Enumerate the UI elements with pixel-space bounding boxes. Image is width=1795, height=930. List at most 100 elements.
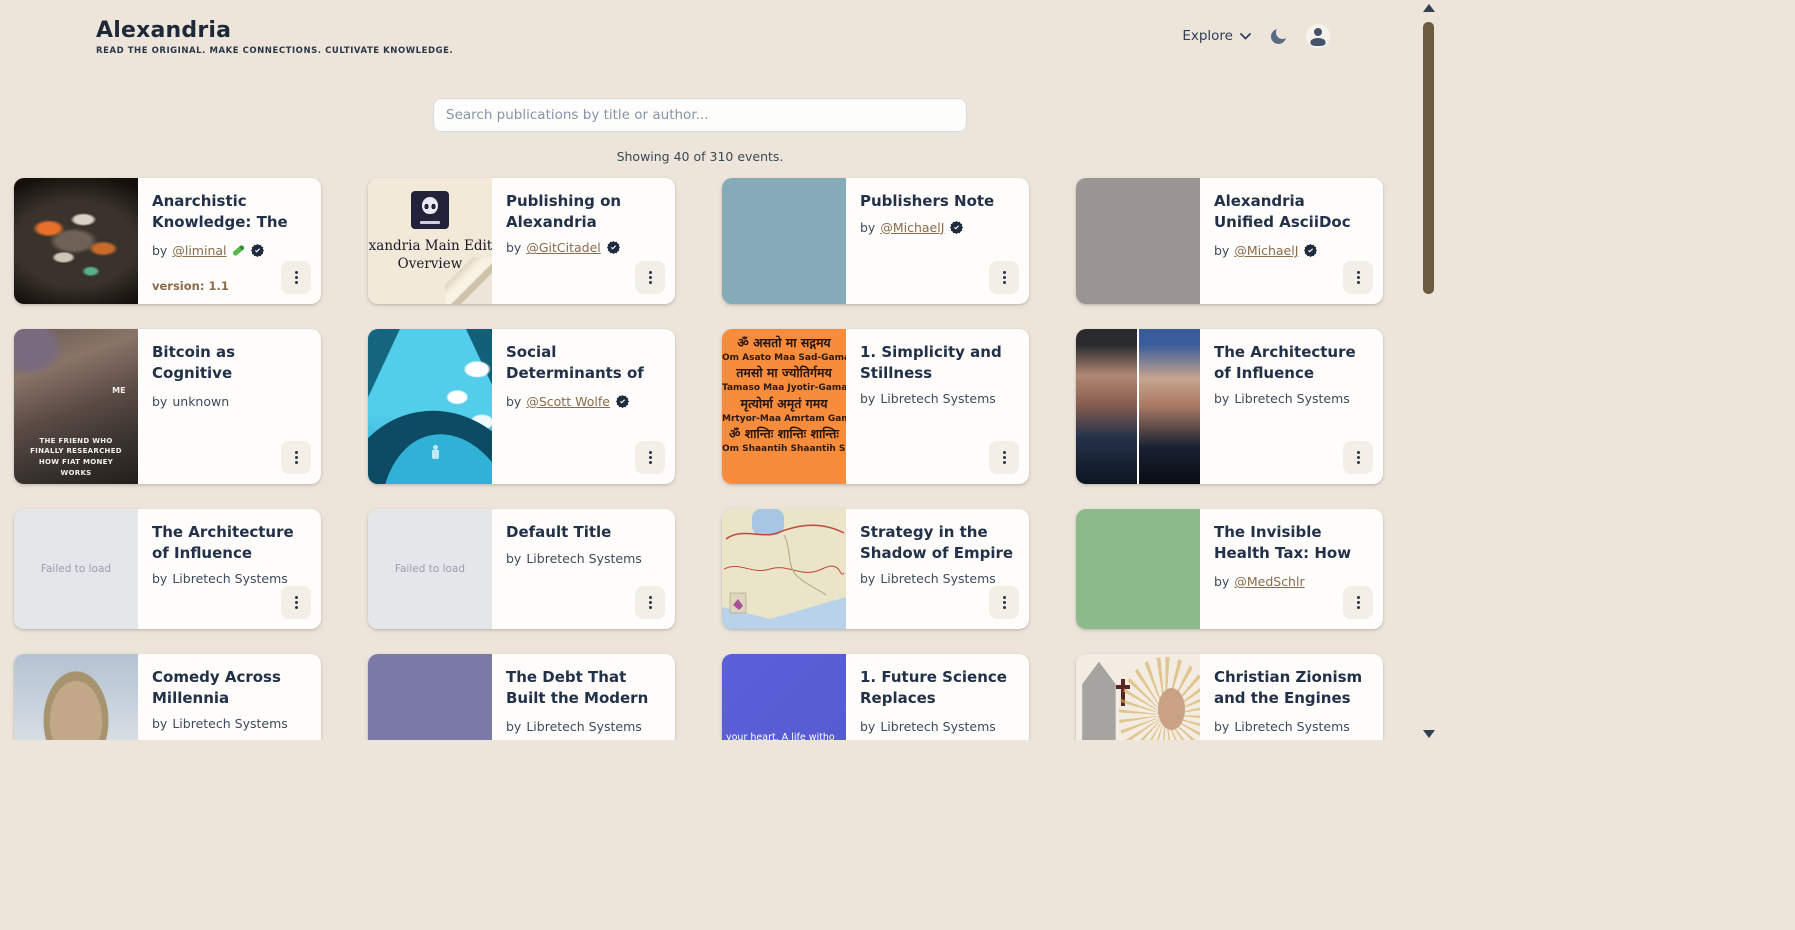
explore-menu[interactable]: Explore (1182, 28, 1251, 44)
scrollbar-thumb[interactable] (1423, 22, 1434, 294)
publications-grid: Anarchistic Knowledge: The Art... by @lim… (14, 178, 1386, 740)
author-link[interactable]: @MichaelJ (880, 220, 944, 235)
page-curl (445, 257, 492, 304)
card-menu-button[interactable] (635, 586, 665, 619)
publication-title[interactable]: The Debt That Built the Modern World (506, 667, 661, 711)
card-menu-button[interactable] (1343, 441, 1373, 474)
byline-prefix: by (860, 391, 875, 406)
publication-title[interactable]: Default Title (506, 522, 661, 543)
publication-title[interactable]: Christian Zionism and the Engines of... (1214, 667, 1369, 711)
theme-toggle-moon-icon[interactable] (1271, 29, 1286, 44)
publication-title[interactable]: Comedy Across Millennia (152, 667, 307, 708)
publication-card[interactable]: Alexandria Unified AsciiDoc Publisher...… (1076, 178, 1383, 304)
publication-cover-image: Failed to load (368, 509, 492, 629)
publication-card[interactable]: METHE FRIEND WHOFINALLY RESEARCHEDHOW FI… (14, 329, 321, 484)
cover-title-text: Alexandria Main Edition (368, 238, 492, 254)
publication-title[interactable]: The Architecture of Influence (152, 522, 307, 563)
byline-prefix: by (152, 243, 167, 258)
quote-text: your heart. A life withoen when the flow… (726, 732, 846, 741)
scroll-down-icon[interactable] (1423, 730, 1435, 738)
byline-prefix: by (1214, 391, 1229, 406)
publication-card[interactable]: The Debt That Built the Modern World by L… (368, 654, 675, 740)
account-avatar-icon[interactable] (1306, 24, 1330, 48)
publication-card[interactable]: ॐ असतो मा सद्गमयOm Asato Maa Sad-Gamayaत… (722, 329, 1029, 484)
publication-card[interactable]: Failed to load The Architecture of Influ… (14, 509, 321, 629)
author-link[interactable]: @Scott Wolfe (526, 394, 610, 409)
publication-card[interactable]: Publishers Note by @MichaelJ (722, 178, 1029, 304)
byline-prefix: by (860, 719, 875, 734)
kebab-menu-icon (1003, 595, 1006, 611)
byline: by@GitCitadel (506, 240, 661, 255)
kebab-menu-icon (1003, 270, 1006, 286)
mantra-line: Tamaso Maa Jyotir-Gamaya (722, 382, 846, 394)
publication-title[interactable]: The Invisible Health Tax: How Our Mone..… (1214, 522, 1369, 566)
search-bar (433, 98, 967, 132)
publication-card[interactable]: Social Determinants of Health and the...… (368, 329, 675, 484)
publication-title[interactable]: Alexandria Unified AsciiDoc Publisher... (1214, 191, 1369, 235)
publication-title[interactable]: Anarchistic Knowledge: The Art... (152, 191, 307, 235)
card-menu-button[interactable] (635, 261, 665, 294)
publication-card[interactable]: Failed to load Default Title byLibretech… (368, 509, 675, 629)
card-menu-button[interactable] (635, 441, 665, 474)
publication-card[interactable]: The Invisible Health Tax: How Our Mone..… (1076, 509, 1383, 629)
byline: by@Scott Wolfe (506, 394, 661, 409)
author-name: Libretech Systems (880, 571, 995, 586)
card-menu-button[interactable] (281, 261, 311, 294)
publication-title[interactable]: Social Determinants of Health and the... (506, 342, 661, 386)
card-menu-button[interactable] (281, 441, 311, 474)
publication-cover-image (14, 178, 138, 304)
publication-cover-image: METHE FRIEND WHOFINALLY RESEARCHEDHOW FI… (14, 329, 138, 484)
publication-card[interactable]: The Architecture of Influence byLibretec… (1076, 329, 1383, 484)
scroll-up-icon[interactable] (1423, 4, 1435, 12)
byline-prefix: by (506, 719, 521, 734)
publication-card[interactable]: Comedy Across Millennia byLibretech Syst… (14, 654, 321, 740)
kebab-menu-icon (1357, 595, 1360, 611)
byline: byLibretech Systems (860, 391, 1015, 406)
search-input[interactable] (433, 98, 967, 132)
publication-cover-image (368, 654, 492, 740)
publication-card[interactable]: Alexandria Main EditionOverview Publishi… (368, 178, 675, 304)
publication-card[interactable]: Anarchistic Knowledge: The Art... by @lim… (14, 178, 321, 304)
publication-cover-image: ॐ असतो मा सद्गमयOm Asato Maa Sad-Gamayaत… (722, 329, 846, 484)
status-text: Showing 40 of 310 events. (14, 149, 1386, 164)
card-menu-button[interactable] (989, 586, 1019, 619)
byline-prefix: by (1214, 719, 1229, 734)
publication-card[interactable]: your heart. A life withoen when the flow… (722, 654, 1029, 740)
mantra-line: ॐ असतो मा सद्गमय (722, 334, 846, 352)
author-link[interactable]: @MichaelJ (1234, 243, 1298, 258)
publication-title[interactable]: Publishers Note (860, 191, 1015, 212)
explore-label: Explore (1182, 28, 1233, 44)
card-menu-button[interactable] (989, 441, 1019, 474)
kebab-menu-icon (649, 450, 652, 466)
byline: byLibretech Systems (860, 719, 1015, 734)
chevron-down-icon (1240, 33, 1251, 40)
card-menu-button[interactable] (281, 586, 311, 619)
publication-title[interactable]: 1. Simplicity and Stillness (860, 342, 1015, 383)
publication-title[interactable]: 1. Future Science Replaces Geopolitics (860, 667, 1015, 711)
author-name: unknown (172, 394, 229, 409)
author-link[interactable]: @liminal (172, 243, 226, 258)
card-menu-button[interactable] (1343, 261, 1373, 294)
author-name: Libretech Systems (526, 719, 641, 734)
publication-cover-image (1076, 654, 1200, 740)
byline: by@MichaelJ (1214, 243, 1369, 258)
publication-card[interactable]: Strategy in the Shadow of Empire byLibre… (722, 509, 1029, 629)
author-name: Libretech Systems (172, 571, 287, 586)
publication-cover-image (1076, 178, 1200, 304)
publication-title[interactable]: Bitcoin as Cognitive Technology (152, 342, 307, 386)
publication-title[interactable]: The Architecture of Influence (1214, 342, 1369, 383)
byline: byLibretech Systems (1214, 719, 1369, 734)
publication-title[interactable]: Strategy in the Shadow of Empire (860, 522, 1015, 563)
publication-card[interactable]: Christian Zionism and the Engines of... … (1076, 654, 1383, 740)
author-link[interactable]: @MedSchlr (1234, 574, 1304, 589)
publication-title[interactable]: Publishing on Alexandria (506, 191, 661, 232)
byline-prefix: by (152, 394, 167, 409)
publication-cover-image (1076, 509, 1200, 629)
author-link[interactable]: @GitCitadel (526, 240, 600, 255)
main-viewport: Alexandria READ THE ORIGINAL. MAKE CONNE… (0, 0, 1440, 740)
byline-prefix: by (860, 220, 875, 235)
verified-badge-icon (615, 394, 630, 409)
byline: by unknown (152, 394, 307, 409)
card-menu-button[interactable] (989, 261, 1019, 294)
card-menu-button[interactable] (1343, 586, 1373, 619)
